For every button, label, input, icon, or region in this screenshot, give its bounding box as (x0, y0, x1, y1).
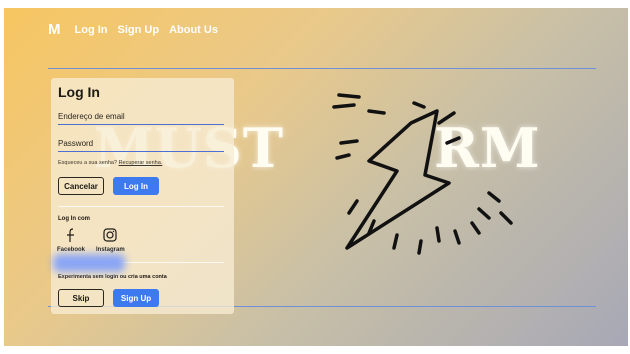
nav-logo[interactable]: M (48, 21, 61, 38)
password-label: Password (58, 139, 94, 148)
cancel-button[interactable]: Cancelar (58, 177, 104, 195)
signup-button[interactable]: Sign Up (113, 289, 159, 307)
nav-login-link[interactable]: Log In (75, 24, 108, 36)
nav-about-link[interactable]: About Us (169, 24, 218, 36)
email-label: Endereço de email (58, 112, 125, 121)
login-button[interactable]: Log In (113, 177, 159, 195)
instagram-label: Instagram (96, 247, 125, 253)
login-title: Log In (58, 84, 100, 100)
top-nav: M Log In Sign Up About Us (48, 21, 218, 38)
nav-signup-link[interactable]: Sign Up (118, 24, 160, 36)
facebook-icon[interactable] (65, 228, 77, 243)
lightning-logo (332, 93, 513, 255)
forgot-password: Esqueceu a sua senha? Recuperar senha. (58, 160, 162, 166)
blurred-element (53, 254, 125, 272)
guest-text: Experimenta sem login ou cria uma conta (58, 274, 167, 280)
separator (58, 206, 224, 207)
password-field[interactable]: Password (58, 139, 224, 152)
background: M Log In Sign Up About Us MUSTRM Log In … (4, 8, 628, 346)
divider-top (48, 68, 596, 69)
facebook-label: Facebook (57, 247, 86, 253)
recover-password-link[interactable]: Recuperar senha. (119, 160, 163, 166)
forgot-text: Esqueceu a sua senha? (58, 160, 118, 166)
login-panel: Log In Endereço de email Password Esquec… (51, 78, 234, 314)
login-with-label: Log In com (58, 216, 90, 222)
instagram-icon[interactable] (103, 228, 117, 242)
email-field[interactable]: Endereço de email (58, 112, 224, 125)
skip-button[interactable]: Skip (58, 289, 104, 307)
